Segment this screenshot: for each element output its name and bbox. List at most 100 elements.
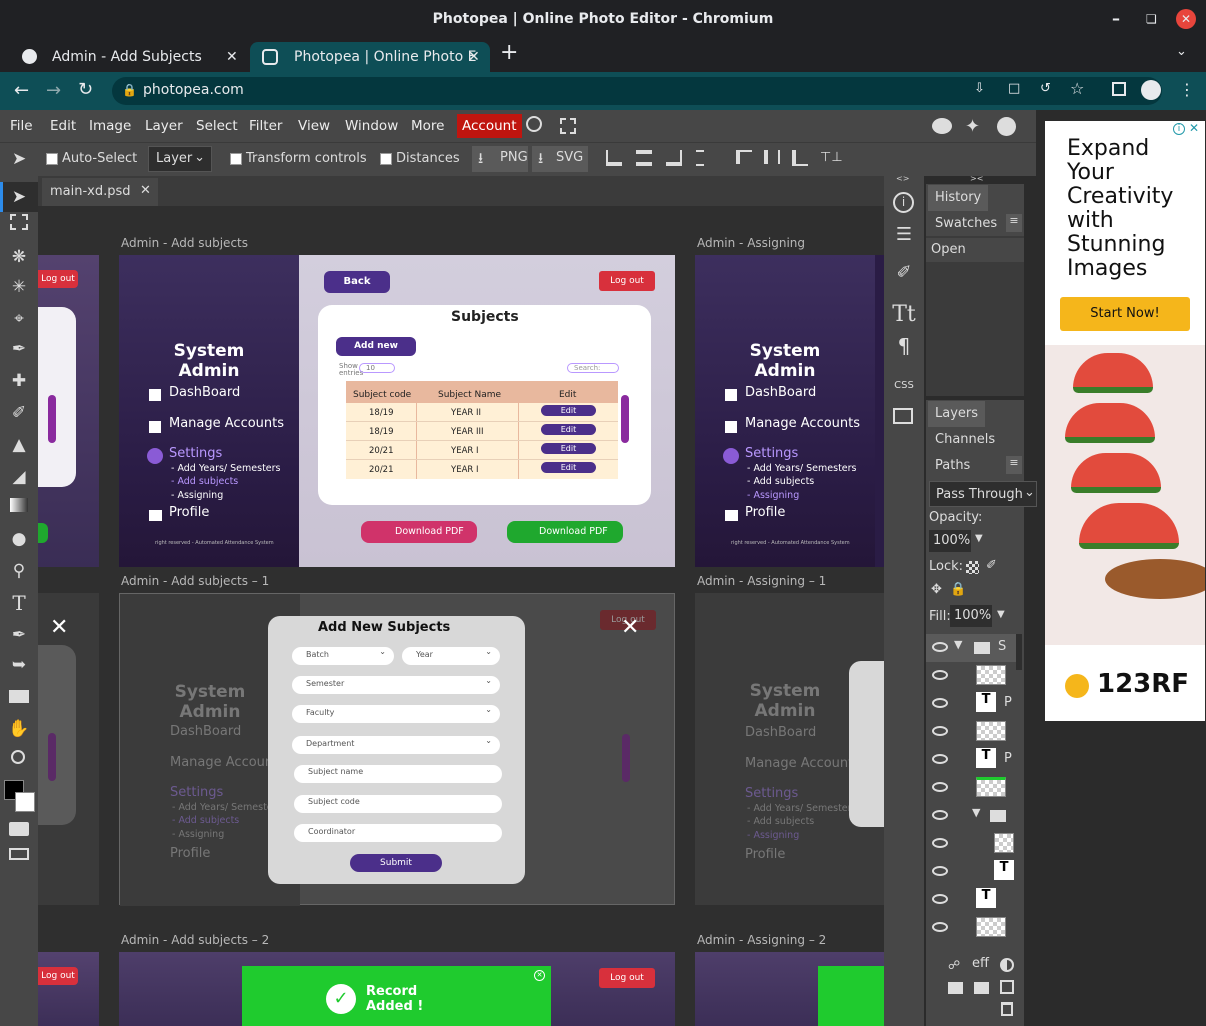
layer-row[interactable]: T P (926, 690, 1016, 718)
css-icon[interactable]: CSS (892, 380, 916, 404)
layer-row[interactable]: T (926, 858, 1016, 886)
healing-tool-icon[interactable]: ✚ (8, 370, 30, 392)
reload-icon[interactable]: ↻ (78, 79, 93, 100)
trash-icon[interactable] (1001, 1002, 1013, 1016)
stamp-tool-icon[interactable]: ▲ (8, 434, 30, 456)
omnibox[interactable]: 🔒 photopea.com ⇩ □ ↺ ☆ (112, 77, 1162, 105)
layer-row[interactable] (926, 774, 1016, 802)
eye-icon[interactable] (932, 810, 948, 820)
eye-icon[interactable] (932, 642, 948, 652)
layer-row[interactable]: T (926, 886, 1016, 914)
search-icon[interactable] (526, 116, 542, 132)
magic-wand-tool-icon[interactable]: ✳ (8, 276, 30, 298)
fill-input[interactable]: 100% (950, 605, 992, 627)
hand-tool-icon[interactable]: ✋ (8, 718, 30, 740)
profile-icon[interactable] (1141, 80, 1161, 100)
image-icon[interactable] (893, 408, 913, 424)
new-layer-icon[interactable] (1000, 980, 1014, 994)
layer-row[interactable]: ▼ (926, 802, 1016, 830)
ad-close-icon[interactable]: ✕ (1189, 121, 1199, 135)
forward-arrow-icon[interactable]: → (46, 80, 61, 101)
close-window-icon[interactable]: ✕ (1176, 9, 1196, 29)
layer-select[interactable]: Layer ⌄ (148, 146, 212, 172)
eye-icon[interactable] (932, 922, 948, 932)
expand-arrow-icon[interactable]: ▼ (972, 806, 980, 819)
close-tab-icon[interactable]: ✕ (226, 42, 238, 72)
twitter-icon[interactable]: ✦ (965, 116, 980, 137)
export-svg-button[interactable]: ⭳ SVG (532, 146, 588, 172)
history-item[interactable]: Open (926, 238, 1024, 262)
mask-icon[interactable] (948, 982, 963, 994)
menu-image[interactable]: Image (89, 110, 131, 142)
dodge-tool-icon[interactable]: ⚲ (8, 560, 30, 582)
canvas-area[interactable]: Admin - Add subjects Admin - Assigning A… (38, 206, 884, 1026)
move-tool-icon[interactable]: ➤ (12, 149, 26, 169)
layer-row[interactable]: T P (926, 746, 1016, 774)
close-document-icon[interactable]: ✕ (140, 183, 151, 198)
lasso-tool-icon[interactable]: ❋ (8, 246, 30, 268)
eye-icon[interactable] (932, 894, 948, 904)
transform-controls-checkbox[interactable] (230, 153, 242, 165)
align-left-icon[interactable] (606, 150, 622, 166)
effects-label[interactable]: eff (972, 956, 989, 971)
align-top-icon[interactable] (736, 150, 752, 164)
path-select-tool-icon[interactable]: ➥ (8, 654, 30, 676)
lock-all-icon[interactable]: 🔒 (950, 582, 966, 597)
menu-filter[interactable]: Filter (249, 110, 282, 142)
close-tab-icon[interactable]: ✕ (468, 42, 480, 72)
lock-brush-icon[interactable]: ✐ (986, 558, 997, 573)
layer-row[interactable] (926, 914, 1016, 942)
minimize-icon[interactable]: – (1112, 0, 1120, 38)
eye-icon[interactable] (932, 838, 948, 848)
marquee-tool-icon[interactable] (10, 214, 28, 230)
fullscreen-icon[interactable] (560, 118, 576, 134)
document-tab[interactable]: main-xd.psd ✕ (42, 178, 158, 206)
layer-row[interactable]: ▼ S (926, 634, 1016, 662)
caret-down-icon[interactable]: ▼ (975, 533, 983, 544)
export-png-button[interactable]: ⭳ PNG (472, 146, 528, 172)
lock-move-icon[interactable]: ✥ (931, 582, 942, 597)
adjustment-layer-icon[interactable] (1000, 958, 1014, 972)
layer-row[interactable] (926, 662, 1016, 690)
layers-scrollbar[interactable] (1016, 634, 1022, 670)
align-right-icon[interactable] (666, 150, 682, 166)
tab-history[interactable]: History (928, 185, 989, 211)
back-arrow-icon[interactable]: ← (14, 80, 29, 101)
panel-menu-icon[interactable]: ≡ (1006, 214, 1022, 232)
ad-info-icon[interactable]: i (1173, 123, 1185, 135)
ad-cta-button[interactable]: Start Now! (1060, 297, 1190, 331)
kebab-menu-icon[interactable]: ⋮ (1179, 80, 1195, 99)
panel-menu-icon[interactable]: ≡ (1006, 456, 1022, 474)
menu-account[interactable]: Account (457, 114, 522, 138)
expand-arrow-icon[interactable]: ▼ (954, 638, 962, 651)
install-icon[interactable]: ⇩ (974, 81, 985, 96)
brush-panel-icon[interactable]: ✐ (892, 262, 916, 286)
align-bottom-icon[interactable] (792, 150, 808, 166)
reddit-icon[interactable] (932, 118, 952, 134)
browser-tab-photopea[interactable]: Photopea | Online Photo E ✕ (250, 42, 490, 72)
background-color-swatch[interactable] (15, 792, 35, 812)
menu-layer[interactable]: Layer (145, 110, 183, 142)
gradient-tool-icon[interactable] (10, 498, 28, 512)
opacity-input[interactable]: 100% (929, 530, 971, 552)
auto-select-checkbox[interactable] (46, 153, 58, 165)
collapse-icon[interactable]: <> (896, 174, 909, 183)
menu-more[interactable]: More (411, 110, 444, 142)
page-icon[interactable]: □ (1008, 81, 1020, 96)
crop-tool-icon[interactable]: ⌖ (8, 308, 30, 330)
eye-icon[interactable] (932, 866, 948, 876)
eraser-tool-icon[interactable]: ◢ (8, 466, 30, 488)
quick-mask-icon[interactable] (9, 822, 29, 836)
eye-icon[interactable] (932, 782, 948, 792)
align-middle-icon[interactable] (764, 150, 780, 164)
brush-tool-icon[interactable]: ✐ (8, 402, 30, 424)
star-icon[interactable]: ☆ (1070, 79, 1084, 98)
info-icon[interactable]: i (893, 192, 914, 213)
facebook-icon[interactable] (997, 117, 1016, 136)
collapse-panels-icon[interactable]: >< (970, 174, 983, 183)
distances-checkbox[interactable] (380, 153, 392, 165)
eye-icon[interactable] (932, 726, 948, 736)
link-layers-icon[interactable]: ☍ (948, 958, 960, 972)
tab-search-chevron-icon[interactable]: ⌄ (1176, 44, 1187, 59)
move-tool-icon[interactable]: ➤ (8, 186, 30, 208)
